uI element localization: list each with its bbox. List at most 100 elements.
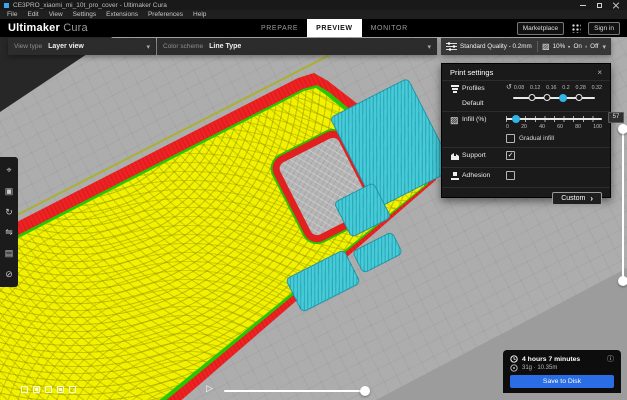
infill-slider-track <box>506 118 602 120</box>
tab-monitor[interactable]: MONITOR <box>362 19 417 37</box>
scale-tool-icon[interactable]: ▣ <box>5 186 14 196</box>
infill-icon: ▨ <box>450 115 459 125</box>
profiles-icon <box>450 84 462 96</box>
tab-preview[interactable]: PREVIEW <box>307 19 362 37</box>
gradual-infill-label: Gradual infill <box>519 135 554 142</box>
infill-icon: ▨ <box>542 41 550 51</box>
infill-tick: 80 <box>575 124 582 130</box>
infill-tick: 60 <box>557 124 563 130</box>
infill-tick: 0 <box>506 124 509 130</box>
close-window-icon[interactable] <box>613 2 619 8</box>
per-model-settings-icon[interactable]: ▤ <box>5 248 14 258</box>
current-layer-field[interactable]: 57 <box>608 112 624 123</box>
menu-view[interactable]: View <box>44 11 68 18</box>
reset-profile-icon[interactable]: ↺ <box>506 84 512 91</box>
tool-panel: ⌖ ▣ ↻ ⇋ ▤ ⊘ <box>0 157 18 287</box>
support-summary: On <box>573 43 582 50</box>
logo-light: Cura <box>63 22 88 34</box>
color-scheme-value: Line Type <box>209 43 242 50</box>
infill-summary: 10% <box>552 43 566 50</box>
view-type-value: Layer view <box>48 43 84 50</box>
menu-file[interactable]: File <box>2 11 22 18</box>
infill-slider[interactable] <box>506 115 602 123</box>
print-settings-panel: Print settings × Profiles Default ↺ 0.08… <box>441 63 611 205</box>
profile-slider[interactable] <box>506 93 602 104</box>
view-front-icon[interactable] <box>33 386 40 393</box>
menu-settings[interactable]: Settings <box>68 11 102 18</box>
profile-tick: 0.12 <box>530 84 541 91</box>
simulation-slider-handle[interactable] <box>360 386 370 396</box>
move-tool-icon[interactable]: ⌖ <box>6 165 11 175</box>
main-header: Ultimaker Cura PREPARE PREVIEW MONITOR M… <box>0 19 627 37</box>
profile-tick: 0.16 <box>546 84 557 91</box>
infill-tick: 100 <box>593 124 602 130</box>
infill-tick-labels: 0 20 40 60 80 100 <box>506 124 602 130</box>
adhesion-summary: Off <box>590 43 599 50</box>
play-simulation-icon[interactable]: ▷ <box>206 383 213 394</box>
infill-tick: 40 <box>539 124 545 130</box>
sliders-icon <box>446 42 457 51</box>
color-scheme-label: Color scheme <box>163 43 204 50</box>
custom-settings-button[interactable]: Custom › <box>552 192 602 205</box>
adhesion-checkbox[interactable]: ✓ <box>506 171 515 180</box>
layer-slider-top-handle[interactable] <box>618 124 627 134</box>
view-type-dropdown[interactable]: View type Layer view ▾ <box>8 38 156 55</box>
adhesion-label: Adhesion <box>462 172 491 179</box>
app-switcher-icon[interactable] <box>571 23 582 33</box>
simulation-slider-track[interactable] <box>224 390 369 392</box>
save-to-disk-button[interactable]: Save to Disk <box>510 375 614 388</box>
logo-bold: Ultimaker <box>8 22 60 34</box>
profile-dot-028[interactable] <box>575 94 583 101</box>
close-panel-icon[interactable]: × <box>597 68 602 77</box>
chevron-down-icon: ▾ <box>146 43 150 51</box>
minimize-icon[interactable] <box>580 4 586 6</box>
app-icon <box>4 2 9 8</box>
layer-slider-track[interactable] <box>622 128 624 283</box>
print-settings-bar[interactable]: Standard Quality - 0.2mm ▨ 10% On Off ▾ <box>441 38 611 55</box>
infill-slider-handle[interactable] <box>511 115 520 123</box>
view-left-icon[interactable] <box>57 386 64 393</box>
profile-default-label: Default <box>462 100 484 107</box>
menu-edit[interactable]: Edit <box>22 11 43 18</box>
view-type-label: View type <box>14 43 43 50</box>
infill-tick: 20 <box>521 124 527 130</box>
view-3d-icon[interactable] <box>21 386 28 393</box>
gradual-infill-checkbox[interactable]: ✓ <box>506 134 515 143</box>
maximize-icon[interactable] <box>597 2 602 8</box>
infill-label: Infill (%) <box>462 116 487 123</box>
menu-preferences[interactable]: Preferences <box>143 11 188 18</box>
profile-dot-016[interactable] <box>543 94 551 101</box>
window-title: CE3PRO_xiaomi_mi_10t_pro_cover - Ultimak… <box>13 1 167 9</box>
custom-label: Custom <box>561 195 586 202</box>
support-label: Support <box>462 152 486 159</box>
profile-slider-track <box>512 97 596 99</box>
layer-slider-bottom-handle[interactable] <box>618 276 627 286</box>
info-icon[interactable]: ⓘ <box>607 354 614 364</box>
support-blocker-icon[interactable]: ⊘ <box>5 269 13 279</box>
signin-button[interactable]: Sign in <box>588 21 620 35</box>
view-top-icon[interactable] <box>45 386 52 393</box>
view-right-icon[interactable] <box>69 386 76 393</box>
profile-tick: 0.2 <box>562 84 570 91</box>
profile-tick: 0.28 <box>575 84 586 91</box>
support-icon <box>568 45 571 48</box>
print-job-summary: 4 hours 7 minutes ⓘ 31g · 10.35m Save to… <box>503 350 621 393</box>
profile-summary: Standard Quality - 0.2mm <box>460 43 532 50</box>
rotate-tool-icon[interactable]: ↻ <box>5 207 13 217</box>
material-usage-estimate: 31g · 10.35m <box>522 365 558 371</box>
profile-dot-02-selected[interactable] <box>558 93 567 102</box>
menu-help[interactable]: Help <box>188 11 211 18</box>
profile-tick: 0.32 <box>591 84 602 91</box>
cura-window: ⌖ ▣ ↻ ⇋ ▤ ⊘ ▷ 57 CE3PRO_xiaomi_mi_10t_pr… <box>0 0 627 400</box>
marketplace-button[interactable]: Marketplace <box>516 21 565 35</box>
stage-tabs: PREPARE PREVIEW MONITOR <box>252 19 417 37</box>
color-scheme-dropdown[interactable]: Color scheme Line Type ▾ <box>157 38 437 55</box>
profile-dot-012[interactable] <box>528 94 536 101</box>
material-spool-icon <box>510 364 518 372</box>
chevron-down-icon: ▾ <box>602 43 606 51</box>
mirror-tool-icon[interactable]: ⇋ <box>5 227 13 237</box>
menu-extensions[interactable]: Extensions <box>101 11 143 18</box>
clock-icon <box>510 355 518 363</box>
tab-prepare[interactable]: PREPARE <box>252 19 307 37</box>
support-checkbox[interactable]: ✓ <box>506 151 515 160</box>
